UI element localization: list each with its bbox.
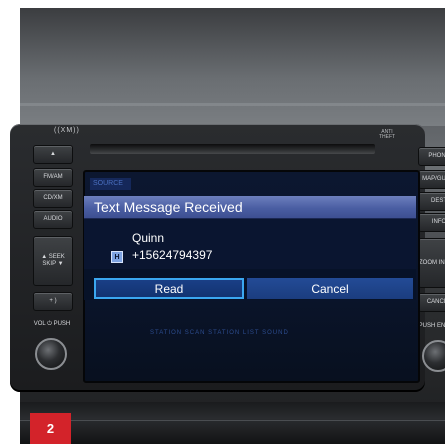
- enter-label: PUSH ENTER: [418, 322, 445, 329]
- seek-skip-button[interactable]: ▲ SEEK SKIP ▼: [33, 236, 73, 286]
- home-phone-icon: H: [111, 251, 123, 263]
- phone-button[interactable]: PHONE: [418, 147, 445, 166]
- contact-name: Quinn: [132, 231, 165, 245]
- trim-line: [20, 420, 445, 421]
- zoom-button[interactable]: ZOOM IN OUT: [418, 238, 445, 288]
- step-number-badge: 2: [30, 413, 71, 444]
- fm-am-button[interactable]: FM/AM: [33, 168, 73, 187]
- upper-dash-panel: [20, 8, 445, 126]
- audio-button[interactable]: AUDIO: [33, 210, 73, 229]
- disc-slot: [90, 144, 375, 154]
- read-button[interactable]: Read: [94, 278, 244, 299]
- cd-xm-button[interactable]: CD/XM: [33, 189, 73, 208]
- dest-button[interactable]: DEST: [418, 192, 445, 211]
- eject-button[interactable]: ▲: [33, 145, 73, 164]
- anti-theft-indicator: ANTI THEFT: [378, 129, 396, 140]
- cancel-button[interactable]: Cancel: [247, 278, 413, 299]
- dialog-title: Text Message Received: [84, 196, 416, 219]
- dialog-body: Quinn H +15624794397: [84, 219, 416, 269]
- map-guide-button[interactable]: MAP/GUIDE: [418, 170, 445, 189]
- background-menu-row: STATION SCAN STATION LIST SOUND: [150, 330, 289, 336]
- dash-seam: [20, 103, 445, 106]
- phone-number: +15624794397: [132, 248, 213, 262]
- volume-knob[interactable]: [35, 338, 67, 370]
- lower-trim: [20, 402, 445, 444]
- xm-logo: ((XM)): [54, 127, 80, 134]
- info-button[interactable]: INFO: [418, 213, 445, 232]
- aux-button[interactable]: + ): [33, 292, 73, 311]
- vol-label: VOL ⏻ PUSH: [33, 320, 71, 327]
- source-label: SOURCE: [90, 178, 131, 190]
- cancel-hard-button[interactable]: CANCEL: [418, 293, 445, 312]
